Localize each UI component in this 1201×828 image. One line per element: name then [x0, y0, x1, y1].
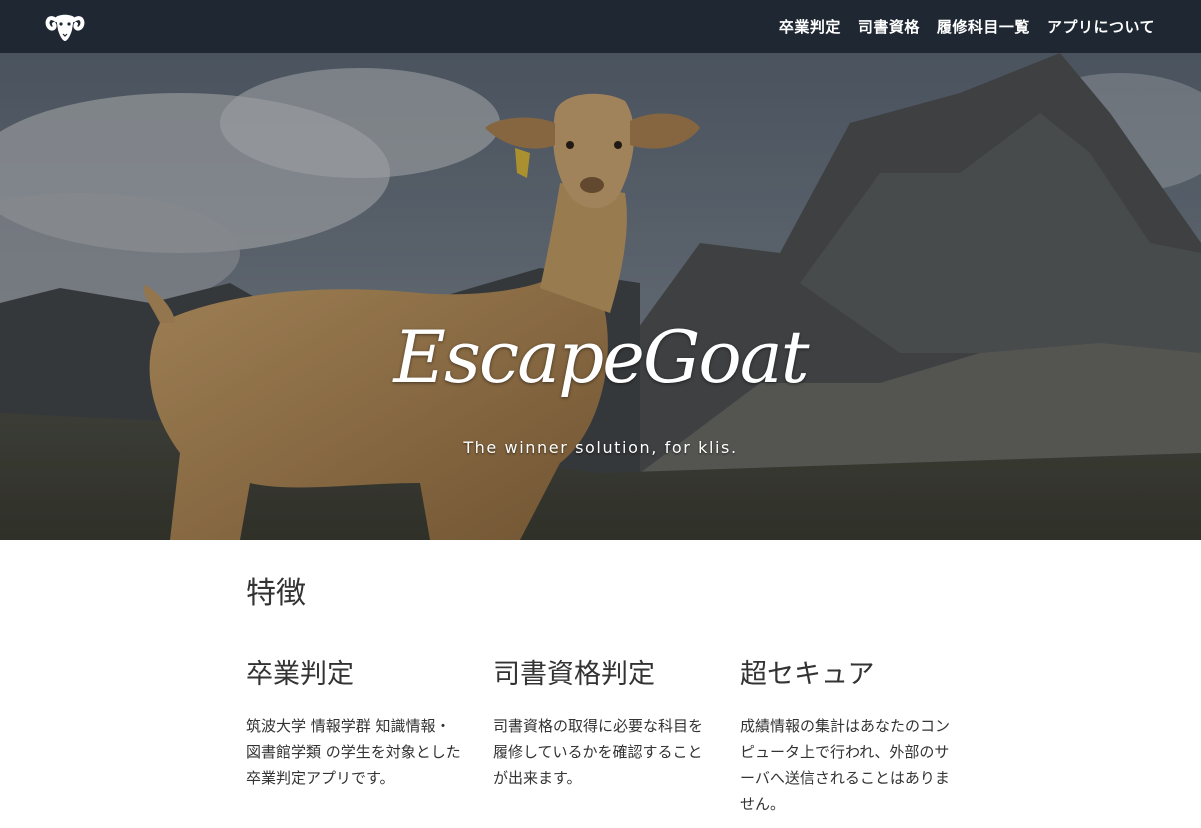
navbar: 卒業判定 司書資格 履修科目一覧 アプリについて — [0, 0, 1201, 53]
hero-subtitle: The winner solution, for klis. — [463, 438, 738, 457]
feature-text: 司書資格の取得に必要な科目を履修しているかを確認することが出来ます。 — [493, 717, 704, 787]
ram-head-icon[interactable] — [44, 10, 86, 44]
feature-librarian: 司書資格判定 司書資格の取得に必要な科目を履修しているかを確認することが出来ます… — [493, 652, 708, 791]
nav-links: 卒業判定 司書資格 履修科目一覧 アプリについて — [779, 0, 1155, 53]
hero-banner: EscapeGoat The winner solution, for klis… — [0, 53, 1201, 540]
feature-text: 成績情報の集計はあなたのコンピュータ上で行われ、外部のサーバへ送信されることはあ… — [740, 717, 951, 813]
feature-graduation: 卒業判定 筑波大学 情報学群 知識情報・図書館学類 の学生を対象とした卒業判定ア… — [246, 652, 461, 791]
feature-text: 筑波大学 情報学群 知識情報・図書館学類 の学生を対象とした卒業判定アプリです。 — [246, 717, 461, 787]
hero-goat-mountain-image — [0, 53, 1201, 540]
feature-title: 超セキュア — [740, 659, 875, 690]
nav-link-courses[interactable]: 履修科目一覧 — [937, 16, 1030, 37]
nav-link-about[interactable]: アプリについて — [1047, 16, 1155, 37]
feature-title: 司書資格判定 — [493, 659, 655, 690]
feature-secure: 超セキュア 成績情報の集計はあなたのコンピュータ上で行われ、外部のサーバへ送信さ… — [740, 652, 955, 817]
hero-title: EscapeGoat — [393, 315, 809, 399]
nav-link-graduation[interactable]: 卒業判定 — [779, 16, 841, 37]
features-heading: 特徴 — [246, 576, 306, 611]
feature-title: 卒業判定 — [246, 659, 354, 690]
nav-link-librarian[interactable]: 司書資格 — [858, 16, 920, 37]
